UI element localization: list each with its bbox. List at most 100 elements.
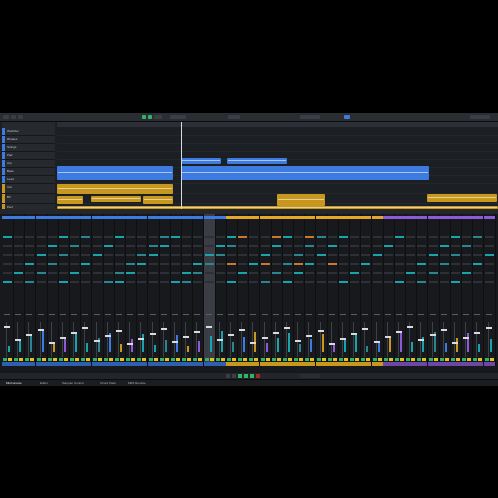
- insert-slot[interactable]: [327, 236, 337, 238]
- channel-name[interactable]: [46, 216, 58, 219]
- insert-slot[interactable]: [350, 263, 360, 265]
- channel-name[interactable]: [394, 216, 405, 219]
- mute-button[interactable]: [137, 358, 142, 361]
- channel-name[interactable]: [24, 216, 36, 219]
- snap-icon[interactable]: [148, 115, 152, 119]
- insert-slot[interactable]: [115, 245, 124, 247]
- insert-slot[interactable]: [439, 236, 449, 238]
- insert-slot[interactable]: [395, 236, 404, 238]
- insert-slot[interactable]: [327, 254, 337, 256]
- event-clip[interactable]: [427, 194, 497, 202]
- insert-slot[interactable]: [271, 263, 281, 265]
- insert-slot[interactable]: [193, 236, 203, 238]
- insert-slot[interactable]: [137, 245, 147, 247]
- insert-slot[interactable]: [462, 236, 472, 238]
- insert-slot[interactable]: [115, 236, 124, 238]
- insert-slot[interactable]: [227, 254, 236, 256]
- mute-button[interactable]: [115, 358, 119, 361]
- mute-button[interactable]: [81, 358, 86, 361]
- mute-button[interactable]: [159, 358, 164, 361]
- mute-button[interactable]: [36, 358, 41, 361]
- solo-button[interactable]: [355, 358, 360, 361]
- insert-slot[interactable]: [215, 263, 225, 265]
- channel-name[interactable]: [125, 216, 137, 219]
- channel-strip[interactable]: [405, 214, 418, 366]
- volume-fader[interactable]: [351, 333, 358, 335]
- pan-control[interactable]: [384, 314, 391, 315]
- volume-fader[interactable]: [272, 332, 279, 334]
- insert-slot[interactable]: [294, 236, 304, 238]
- forward-icon[interactable]: [232, 374, 236, 378]
- event-clip[interactable]: [91, 196, 141, 202]
- insert-slot[interactable]: [451, 254, 460, 256]
- insert-slot[interactable]: [283, 281, 292, 283]
- insert-slot[interactable]: [182, 281, 192, 283]
- insert-slot[interactable]: [159, 254, 169, 256]
- pan-control[interactable]: [340, 314, 346, 315]
- channel-name[interactable]: [91, 216, 103, 219]
- channel-strip[interactable]: [136, 214, 149, 366]
- channel-strip[interactable]: [237, 214, 250, 366]
- pan-control[interactable]: [205, 314, 212, 315]
- record-icon[interactable]: [256, 374, 260, 378]
- insert-slot[interactable]: [350, 272, 360, 274]
- playhead-cursor[interactable]: [181, 122, 182, 210]
- insert-slot[interactable]: [47, 272, 57, 274]
- pan-control[interactable]: [138, 314, 145, 315]
- pan-control[interactable]: [104, 314, 111, 315]
- pan-control[interactable]: [149, 314, 156, 315]
- channel-strip[interactable]: [371, 214, 384, 366]
- track-lane[interactable]: [57, 144, 498, 152]
- insert-slot[interactable]: [148, 281, 158, 283]
- insert-slot[interactable]: [294, 281, 304, 283]
- pan-control[interactable]: [172, 314, 178, 315]
- solo-button[interactable]: [299, 358, 304, 361]
- insert-slot[interactable]: [294, 245, 304, 247]
- insert-slot[interactable]: [182, 254, 192, 256]
- undo-icon[interactable]: [11, 115, 16, 119]
- channel-name[interactable]: [371, 216, 383, 219]
- solo-button[interactable]: [52, 358, 57, 361]
- insert-slot[interactable]: [361, 245, 371, 247]
- cycle-icon[interactable]: [238, 374, 242, 378]
- insert-slot[interactable]: [70, 245, 80, 247]
- insert-slot[interactable]: [159, 272, 169, 274]
- insert-slot[interactable]: [3, 254, 12, 256]
- tab-sampler-control[interactable]: Sampler Control: [62, 381, 84, 385]
- insert-slot[interactable]: [171, 236, 180, 238]
- channel-name[interactable]: [282, 216, 293, 219]
- insert-slot[interactable]: [372, 254, 382, 256]
- channel-name[interactable]: [382, 216, 394, 219]
- pan-control[interactable]: [351, 314, 358, 315]
- channel-strip[interactable]: [472, 214, 485, 366]
- volume-fader[interactable]: [407, 326, 414, 328]
- channel-name[interactable]: [58, 216, 69, 219]
- pan-control[interactable]: [328, 314, 335, 315]
- insert-slot[interactable]: [395, 281, 404, 283]
- mute-button[interactable]: [339, 358, 343, 361]
- mute-button[interactable]: [283, 358, 287, 361]
- track-header[interactable]: Vox: [2, 184, 55, 194]
- insert-slot[interactable]: [182, 236, 192, 238]
- insert-slot[interactable]: [238, 236, 248, 238]
- insert-slot[interactable]: [361, 263, 371, 265]
- pan-control[interactable]: [228, 314, 234, 315]
- insert-slot[interactable]: [395, 254, 404, 256]
- insert-slot[interactable]: [171, 281, 180, 283]
- solo-button[interactable]: [187, 358, 192, 361]
- insert-slot[interactable]: [148, 263, 158, 265]
- channel-name[interactable]: [237, 216, 249, 219]
- track-header[interactable]: Bass: [2, 168, 55, 176]
- insert-slot[interactable]: [305, 236, 315, 238]
- volume-fader[interactable]: [60, 337, 66, 339]
- insert-slot[interactable]: [417, 272, 427, 274]
- insert-slot[interactable]: [25, 281, 35, 283]
- channel-name[interactable]: [326, 216, 338, 219]
- channel-strip[interactable]: [69, 214, 82, 366]
- mute-button[interactable]: [148, 358, 153, 361]
- insert-slot[interactable]: [115, 254, 124, 256]
- pan-control[interactable]: [295, 314, 302, 315]
- channel-strip[interactable]: [416, 214, 429, 366]
- mute-button[interactable]: [462, 358, 467, 361]
- pan-control[interactable]: [4, 314, 10, 315]
